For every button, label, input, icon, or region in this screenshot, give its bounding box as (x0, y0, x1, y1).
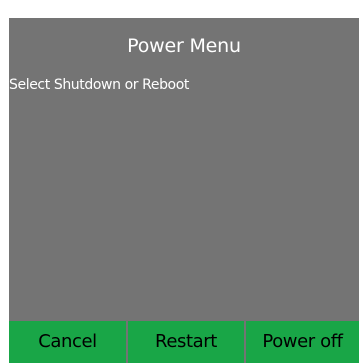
power-menu-dialog: Power Menu Select Shutdown or Reboot Can… (9, 18, 359, 363)
dialog-title: Power Menu (127, 35, 241, 57)
cancel-button[interactable]: Cancel (9, 321, 126, 363)
restart-button[interactable]: Restart (128, 321, 244, 363)
power-off-button[interactable]: Power off (246, 321, 359, 363)
dialog-message: Select Shutdown or Reboot (9, 77, 189, 93)
dialog-button-bar: Cancel Restart Power off (9, 321, 359, 363)
